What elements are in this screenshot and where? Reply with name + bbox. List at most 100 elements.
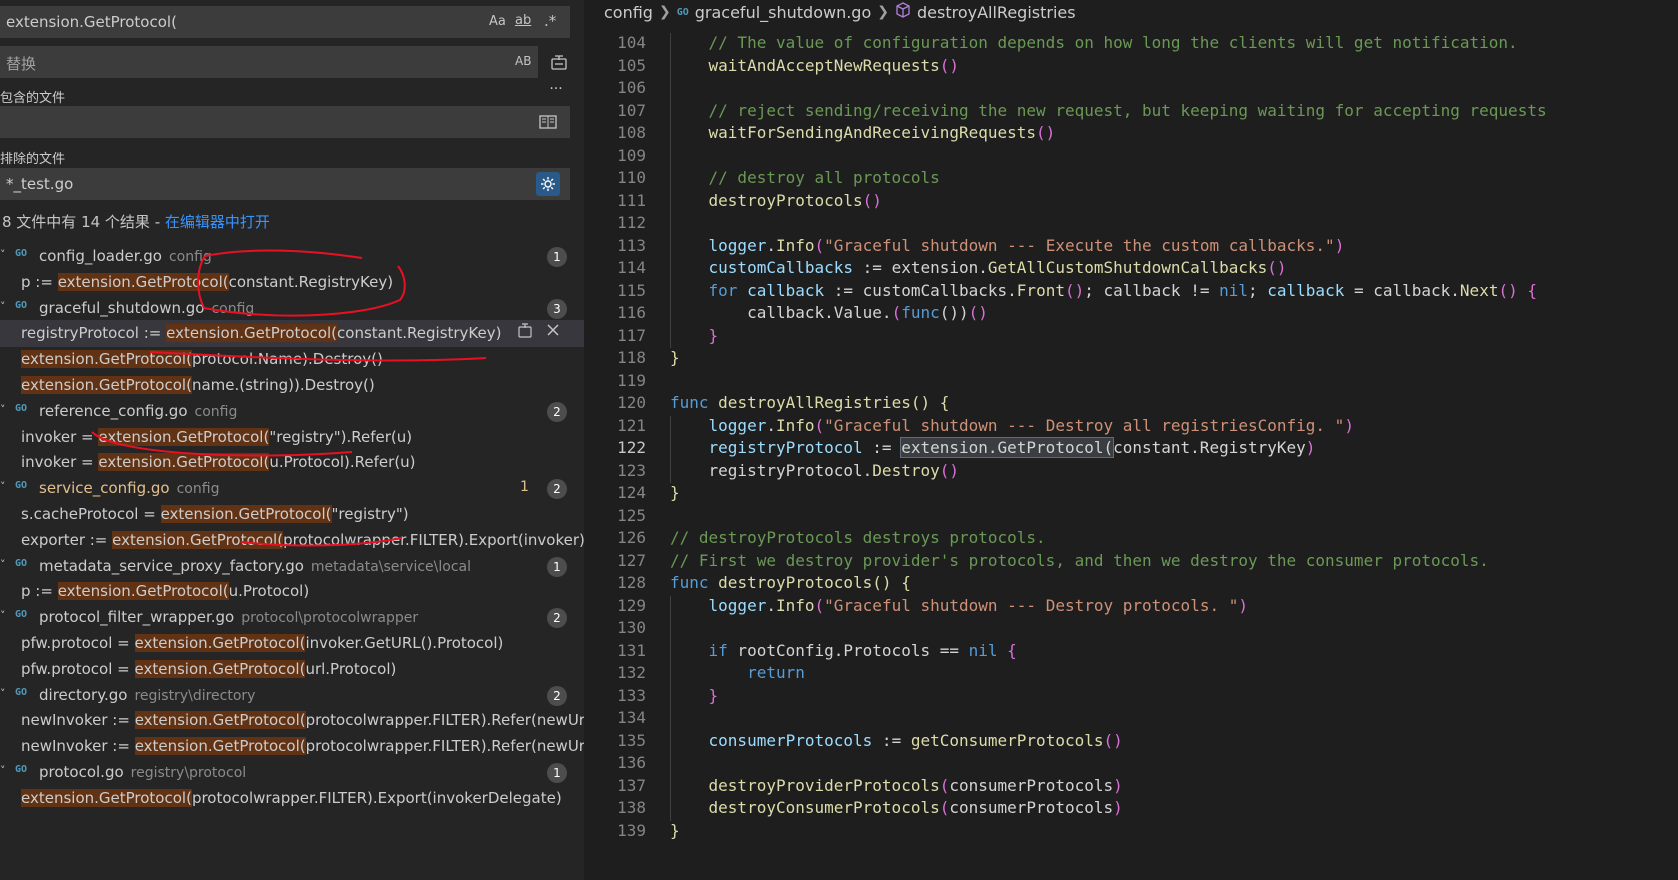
result-match-row[interactable]: extension.GetProtocol(protocol.Name).Des… [0, 346, 584, 373]
result-file-row[interactable]: ˅ GO directory.go registry\directory 2 [0, 682, 584, 709]
result-match-row[interactable]: s.cacheProtocol = extension.GetProtocol(… [0, 501, 584, 528]
chevron-down-icon[interactable]: ˅ [0, 687, 6, 700]
code-line[interactable]: 113 logger.Info("Graceful shutdown --- E… [584, 236, 1678, 260]
code-line[interactable]: 131 if rootConfig.Protocols == nil { [584, 641, 1678, 665]
code-token: for [708, 280, 738, 300]
chevron-down-icon[interactable]: ˅ [0, 764, 6, 777]
code-token: destroyConsumerProtocols [708, 798, 940, 817]
code-line[interactable]: 134 [584, 708, 1678, 732]
code-token: { [1007, 640, 1017, 660]
code-line[interactable]: 108 waitForSendingAndReceivingRequests() [584, 123, 1678, 147]
match-count-badge: 2 [547, 685, 567, 706]
code-line[interactable]: 109 [584, 146, 1678, 170]
code-line[interactable]: 106 [584, 78, 1678, 102]
result-file-row[interactable]: ˅ GO protocol.go registry\protocol 1 [0, 759, 584, 786]
include-input[interactable] [0, 106, 570, 138]
code-line[interactable]: 116 callback.Value.(func())() [584, 303, 1678, 327]
close-icon[interactable] [546, 322, 560, 342]
code-line[interactable]: 135 consumerProtocols := getConsumerProt… [584, 731, 1678, 755]
code-line[interactable]: 138 destroyConsumerProtocols(consumerPro… [584, 798, 1678, 822]
preserve-case-icon[interactable]: AB [515, 54, 531, 68]
result-match-row[interactable]: exporter := extension.GetProtocol(protoc… [0, 527, 584, 554]
line-number: 112 [617, 213, 646, 232]
chevron-down-icon[interactable]: ˅ [0, 248, 6, 261]
chevron-down-icon[interactable]: ˅ [0, 558, 6, 571]
result-match-row[interactable]: invoker = extension.GetProtocol("registr… [0, 424, 584, 451]
result-file-row[interactable]: ˅ GO reference_config.go config 2 [0, 398, 584, 425]
code-line[interactable]: 119 [584, 371, 1678, 395]
code-line[interactable]: 123 registryProtocol.Destroy() [584, 461, 1678, 485]
chevron-down-icon[interactable]: ˅ [0, 609, 6, 622]
chevron-down-icon[interactable]: ˅ [0, 300, 6, 313]
code-line[interactable]: 110 // destroy all protocols [584, 168, 1678, 192]
code-line[interactable]: 117 } [584, 326, 1678, 350]
search-input[interactable]: extension.GetProtocol( Aa ab .* [0, 6, 570, 38]
result-file-row[interactable]: ˅ GO metadata_service_proxy_factory.go meta… [0, 553, 584, 580]
code-line[interactable]: 112 [584, 213, 1678, 237]
result-match-row[interactable]: newInvoker := extension.GetProtocol(prot… [0, 707, 584, 734]
code-line[interactable]: 104 // The value of configuration depend… [584, 33, 1678, 57]
result-match-row[interactable]: p := extension.GetProtocol(constant.Regi… [0, 269, 584, 296]
code-line[interactable]: 121 logger.Info("Graceful shutdown --- D… [584, 416, 1678, 440]
match-text: p := extension.GetProtocol(u.Protocol) [21, 582, 309, 601]
code-line[interactable]: 125 [584, 506, 1678, 530]
result-match-row[interactable]: newInvoker := extension.GetProtocol(prot… [0, 733, 584, 760]
code-token: Info [775, 415, 815, 435]
code-line[interactable]: 107 // reject sending/receiving the new … [584, 101, 1678, 125]
regex-icon[interactable]: .* [544, 12, 556, 30]
result-match-row[interactable]: registryProtocol := extension.GetProtoco… [0, 320, 584, 348]
code-line[interactable]: 105 waitAndAcceptNewRequests() [584, 56, 1678, 80]
breadcrumb-symbol[interactable]: destroyAllRegistries [917, 3, 1076, 22]
chevron-down-icon[interactable]: ˅ [0, 480, 6, 493]
replace-icon[interactable] [518, 322, 532, 342]
result-file-row[interactable]: ˅ GO protocol_filter_wrapper.go protocol\pr… [0, 604, 584, 631]
code-line[interactable]: 126 // destroyProtocols destroys protocol… [584, 528, 1678, 552]
exclude-input[interactable]: *_test.go [0, 168, 570, 200]
code-line[interactable]: 114 customCallbacks := extension.GetAllC… [584, 258, 1678, 282]
result-match-row[interactable]: extension.GetProtocol(name.(string)).Des… [0, 372, 584, 399]
code-line[interactable]: 115 for callback := customCallbacks.Fron… [584, 281, 1678, 305]
code-line[interactable]: 139} [584, 821, 1678, 845]
chevron-down-icon[interactable]: ˅ [0, 403, 6, 416]
result-match-row[interactable]: extension.GetProtocol(protocolwrapper.FI… [0, 785, 584, 812]
match-highlight: extension.GetProtocol( [160, 505, 332, 523]
result-match-row[interactable]: pfw.protocol = extension.GetProtocol(inv… [0, 630, 584, 657]
line-number: 117 [617, 325, 646, 345]
book-icon[interactable] [539, 114, 557, 134]
code-line[interactable]: 128 func destroyProtocols() { [584, 573, 1678, 597]
replace-input[interactable]: 替换 AB [0, 46, 538, 78]
result-file-row[interactable]: ˅ GO graceful_shutdown.go config 3 [0, 295, 584, 322]
whole-word-icon[interactable]: ab [515, 13, 531, 28]
gear-icon[interactable] [536, 172, 560, 196]
result-file-row[interactable]: ˅ GO config_loader.go config 1 [0, 243, 584, 270]
code-token: logger [708, 235, 767, 255]
search-panel: extension.GetProtocol( Aa ab .* 替换 AB ··… [0, 0, 584, 880]
result-match-row[interactable]: p := extension.GetProtocol(u.Protocol) [0, 578, 584, 605]
replace-all-icon[interactable] [548, 51, 570, 73]
code-line[interactable]: 136 [584, 753, 1678, 777]
toggle-details-icon[interactable]: ··· [545, 78, 567, 100]
line-number: 118 [617, 348, 646, 367]
breadcrumb-file[interactable]: graceful_shutdown.go [695, 3, 872, 22]
code-line[interactable]: 132 return [584, 663, 1678, 687]
code-line[interactable]: 111 destroyProtocols() [584, 191, 1678, 215]
match-case-icon[interactable]: Aa [489, 14, 506, 29]
result-file-row[interactable]: ˅ GO service_config.go config 1 2 [0, 475, 584, 502]
go-file-icon: GO [676, 6, 689, 18]
result-match-row[interactable]: invoker = extension.GetProtocol(u.Protoc… [0, 449, 584, 476]
code-line[interactable]: 130 [584, 618, 1678, 642]
code-line[interactable]: 133 } [584, 686, 1678, 710]
code-line[interactable]: 122 registryProtocol := extension.GetPro… [584, 437, 1678, 462]
code-line[interactable]: 137 destroyProviderProtocols(consumerPro… [584, 776, 1678, 800]
code-line[interactable]: 118} [584, 348, 1678, 372]
breadcrumb-folder[interactable]: config [604, 3, 653, 22]
code-line[interactable]: 129 logger.Info("Graceful shutdown --- D… [584, 596, 1678, 620]
result-match-row[interactable]: pfw.protocol = extension.GetProtocol(url… [0, 656, 584, 683]
code-line[interactable]: 127 // First we destroy provider's protoc… [584, 551, 1678, 575]
open-in-editor-link[interactable]: 在编辑器中打开 [165, 213, 270, 231]
code-line[interactable]: 120 func destroyAllRegistries() { [584, 393, 1678, 417]
go-file-icon: GO [15, 557, 28, 569]
code-line[interactable]: 124} [584, 483, 1678, 507]
